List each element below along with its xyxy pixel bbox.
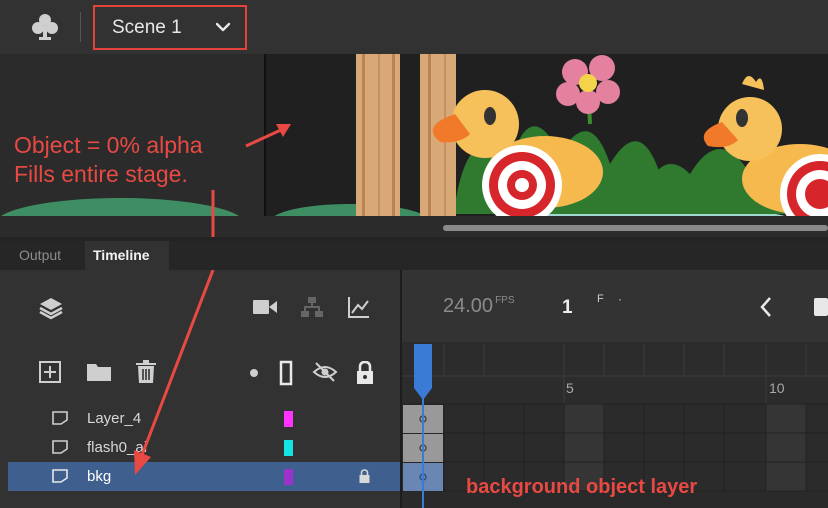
graph-icon[interactable]	[347, 295, 371, 319]
folder-icon[interactable]	[86, 362, 112, 382]
frame-separator: ·	[618, 292, 622, 306]
stage-horizontal-scrollbar[interactable]	[443, 225, 828, 231]
camera-icon[interactable]	[252, 298, 278, 316]
tab-timeline[interactable]: Timeline	[85, 241, 169, 270]
frame-unit: F	[597, 293, 604, 305]
chevron-down-icon[interactable]	[215, 21, 231, 33]
panel-tabbar: Output Timeline	[0, 241, 828, 270]
toolbar-divider	[80, 12, 81, 42]
club-icon[interactable]	[31, 12, 59, 42]
layer-name: bkg	[87, 468, 112, 485]
outline-toggle-icon[interactable]	[279, 360, 293, 386]
fps-value: 24.00	[443, 295, 494, 317]
ruler-label-5: 5	[566, 380, 574, 396]
layers-icon[interactable]	[38, 295, 64, 321]
stage-note-line2: Fills entire stage.	[14, 161, 188, 187]
add-layer-icon[interactable]	[39, 361, 61, 383]
scene-selector[interactable]: Scene 1	[93, 5, 247, 50]
layer-icon	[52, 469, 68, 483]
stage-viewport[interactable]: Object = 0% alpha Fills entire stage.	[0, 54, 828, 237]
layer-color-swatch[interactable]	[284, 440, 293, 456]
tab-output[interactable]: Output	[11, 241, 69, 270]
top-toolbar: Scene 1	[0, 0, 828, 54]
fps-display[interactable]: 24.00 FPS	[443, 295, 515, 318]
flower	[579, 74, 597, 92]
stage-note: Object = 0% alpha Fills entire stage.	[14, 131, 203, 189]
layer-color-swatch[interactable]	[284, 411, 293, 427]
ruler-label-10: 10	[769, 380, 785, 396]
annotation-arrow	[134, 270, 215, 475]
fps-unit: FPS	[495, 295, 515, 306]
layer-color-swatch[interactable]	[284, 469, 293, 485]
highlight-dot-icon[interactable]	[249, 368, 259, 378]
scene-label: Scene 1	[112, 16, 182, 38]
timeline-layer-panel: Layer_4 flash0_ai bkg	[0, 270, 402, 508]
stage-note-line1: Object = 0% alpha	[14, 132, 203, 158]
camera-frame-icon[interactable]	[814, 298, 828, 316]
annotation-label: background object layer	[466, 476, 698, 498]
playhead[interactable]	[414, 344, 432, 400]
lock-icon[interactable]	[355, 361, 375, 385]
layer-lock-icon[interactable]	[358, 469, 371, 484]
layer-icon	[52, 411, 68, 425]
layer-parenting-icon[interactable]	[300, 296, 324, 318]
eye-hidden-icon[interactable]	[312, 361, 338, 383]
layer-icon	[52, 440, 68, 454]
current-frame-number[interactable]: 1	[562, 297, 573, 319]
